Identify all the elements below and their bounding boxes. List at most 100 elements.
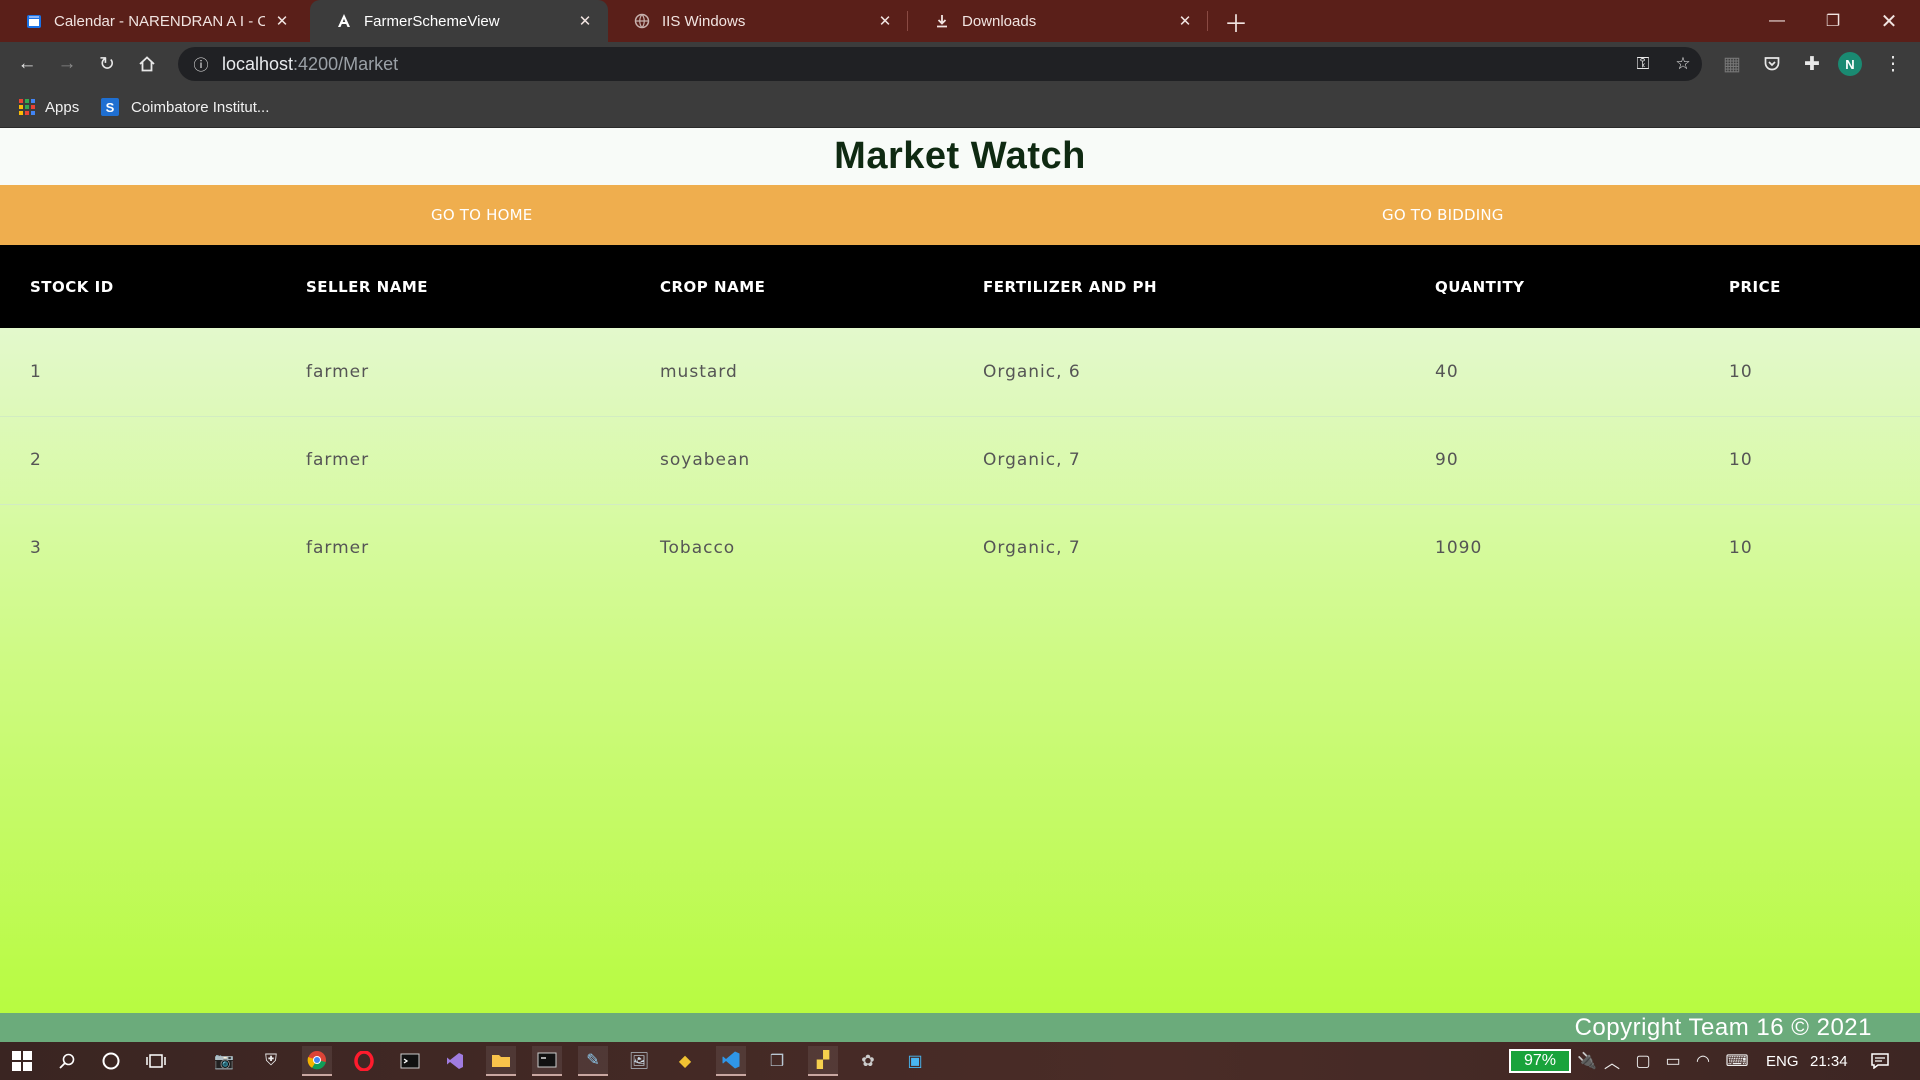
git-icon[interactable]: ◆: [670, 1046, 700, 1076]
windows-taskbar: 📷 ⛨ ✎ 🖼 ◆ ❒ ▞ ✿ ▣ 97% 🔌 ︿ ▢ ▭ ◠ ⌨ ENG 21…: [0, 1042, 1920, 1080]
tab-farmer-scheme-view[interactable]: FarmerSchemeView ✕: [310, 0, 608, 42]
paint-app-icon[interactable]: ✿: [853, 1046, 883, 1076]
cell-quantity: 40: [1435, 328, 1729, 417]
close-window-button[interactable]: ✕: [1861, 0, 1917, 42]
opera-icon[interactable]: [349, 1046, 379, 1076]
wifi-icon[interactable]: ◠: [1688, 1046, 1718, 1076]
restore-button[interactable]: ❐: [1805, 0, 1861, 42]
tab-separator: [1207, 11, 1208, 31]
close-icon[interactable]: ✕: [273, 12, 291, 30]
address-url: localhost:4200/Market: [222, 53, 399, 74]
keyboard-icon[interactable]: ⌨: [1722, 1046, 1752, 1076]
bookmark-coimbatore[interactable]: S Coimbatore Institut...: [101, 95, 269, 119]
angular-icon: [336, 13, 352, 29]
pocket-icon[interactable]: [1757, 49, 1787, 79]
go-to-bidding-link[interactable]: GO TO BIDDING: [1382, 185, 1504, 245]
cell-price: 10: [1729, 416, 1920, 505]
clock[interactable]: 21:34: [1810, 1042, 1848, 1080]
back-icon[interactable]: ←: [12, 49, 42, 79]
bookmark-label: Apps: [45, 98, 80, 116]
col-crop-name: CROP NAME: [660, 277, 766, 296]
tab-downloads[interactable]: Downloads ✕: [908, 0, 1208, 42]
cell-seller-name: farmer: [306, 538, 370, 559]
tab-title: IIS Windows: [662, 12, 746, 30]
site-info-icon[interactable]: ⓘ: [184, 47, 218, 81]
cell-fertilizer-ph: Organic, 7: [983, 538, 1081, 559]
table-body: 1 farmer mustard Organic, 6 40 10 2 farm…: [0, 328, 1920, 592]
key-icon[interactable]: ⚿: [1628, 49, 1658, 79]
star-icon[interactable]: ☆: [1668, 49, 1698, 79]
page-viewport: Market Watch GO TO HOME GO TO BIDDING ST…: [0, 128, 1920, 1042]
extension-qr-icon[interactable]: ▦: [1717, 49, 1747, 79]
menu-kebab-icon[interactable]: ⋮: [1878, 49, 1908, 79]
device-icon[interactable]: ▢: [1628, 1046, 1658, 1076]
page-title: Market Watch: [834, 135, 1086, 177]
apps-grid-icon: [19, 99, 35, 115]
cell-stock-id: 1: [0, 328, 306, 417]
visual-studio-icon[interactable]: [440, 1046, 470, 1076]
cell-quantity: 1090: [1435, 538, 1483, 559]
home-icon[interactable]: [132, 49, 162, 79]
nav-bar: GO TO HOME GO TO BIDDING: [0, 185, 1920, 245]
col-fertilizer-ph: FERTILIZER AND PH: [983, 277, 1158, 296]
terminal-icon[interactable]: [395, 1046, 425, 1076]
bookmark-label: Coimbatore Institut...: [131, 98, 270, 116]
cortana-icon[interactable]: [96, 1046, 126, 1076]
cell-crop-name: Tobacco: [660, 538, 736, 559]
tab-title: Downloads: [962, 12, 1037, 30]
battery-percentage[interactable]: 97%: [1509, 1049, 1571, 1073]
extensions-puzzle-icon[interactable]: ✚: [1797, 49, 1827, 79]
notes-app-icon[interactable]: ✎: [578, 1046, 608, 1076]
col-seller-name: SELLER NAME: [306, 277, 429, 296]
windows-start-icon[interactable]: [7, 1046, 37, 1076]
close-icon[interactable]: ✕: [576, 12, 594, 30]
cell-crop-name: mustard: [660, 328, 983, 417]
search-icon[interactable]: [52, 1046, 82, 1076]
shield-icon[interactable]: ⛨: [256, 1046, 286, 1076]
bookmarks-bar: Apps S Coimbatore Institut...: [0, 86, 1920, 128]
globe-icon: [634, 13, 650, 29]
chevron-up-icon[interactable]: ︿: [1597, 1046, 1627, 1076]
cell-price: 10: [1729, 328, 1920, 417]
page-header: Market Watch: [0, 128, 1920, 185]
profile-avatar[interactable]: N: [1838, 52, 1862, 76]
camera-app-icon[interactable]: 📷: [209, 1046, 239, 1076]
cell-fertilizer-ph: Organic, 6: [983, 328, 1435, 417]
file-explorer-icon[interactable]: [486, 1046, 516, 1076]
vscode-icon[interactable]: [716, 1046, 746, 1076]
language-indicator[interactable]: ENG: [1766, 1042, 1799, 1080]
image-viewer-icon[interactable]: ▣: [900, 1046, 930, 1076]
bookmark-apps[interactable]: Apps: [19, 95, 79, 119]
close-icon[interactable]: ✕: [1176, 12, 1194, 30]
chrome-icon[interactable]: [302, 1046, 332, 1076]
table-row: 2 farmer soyabean Organic, 7 90 10: [0, 416, 1920, 505]
sticky-app-icon[interactable]: ▞: [808, 1046, 838, 1076]
battery-icon[interactable]: ▭: [1658, 1046, 1688, 1076]
cell-fertilizer-ph: Organic, 7: [983, 416, 1435, 505]
new-tab-button[interactable]: ＋: [1222, 7, 1250, 38]
command-prompt-icon[interactable]: [532, 1046, 562, 1076]
page-footer: Copyright Team 16 © 2021: [0, 1013, 1920, 1042]
close-icon[interactable]: ✕: [876, 12, 894, 30]
cell-price: 10: [1729, 538, 1753, 559]
tab-calendar[interactable]: Calendar - NARENDRAN A I - Ou ✕: [0, 0, 305, 42]
cell-stock-id: 3: [30, 538, 42, 559]
cell-seller-name: farmer: [306, 416, 660, 505]
app-cubes-icon[interactable]: ❒: [762, 1046, 792, 1076]
copyright-text: Copyright Team 16 © 2021: [1574, 1013, 1872, 1041]
minimize-button[interactable]: —: [1749, 0, 1805, 42]
tab-iis-windows[interactable]: IIS Windows ✕: [608, 0, 908, 42]
col-stock-id: STOCK ID: [30, 277, 114, 296]
table-row: 3 farmer Tobacco Organic, 7 1090 10: [0, 504, 1920, 592]
address-bar[interactable]: ⓘ localhost:4200/Market ⚿ ☆: [178, 47, 1702, 81]
header-row: STOCK ID SELLER NAME CROP NAME FERTILIZE…: [0, 245, 1920, 328]
table-row: 1 farmer mustard Organic, 6 40 10: [0, 328, 1920, 417]
cell-quantity: 90: [1435, 416, 1729, 505]
go-to-home-link[interactable]: GO TO HOME: [431, 185, 532, 245]
notifications-icon[interactable]: [1865, 1046, 1895, 1076]
task-view-icon[interactable]: [141, 1046, 171, 1076]
photos-app-icon[interactable]: 🖼: [624, 1046, 654, 1076]
reload-icon[interactable]: ↻: [92, 49, 122, 79]
col-price: PRICE: [1729, 277, 1781, 296]
forward-icon[interactable]: →: [52, 49, 82, 79]
